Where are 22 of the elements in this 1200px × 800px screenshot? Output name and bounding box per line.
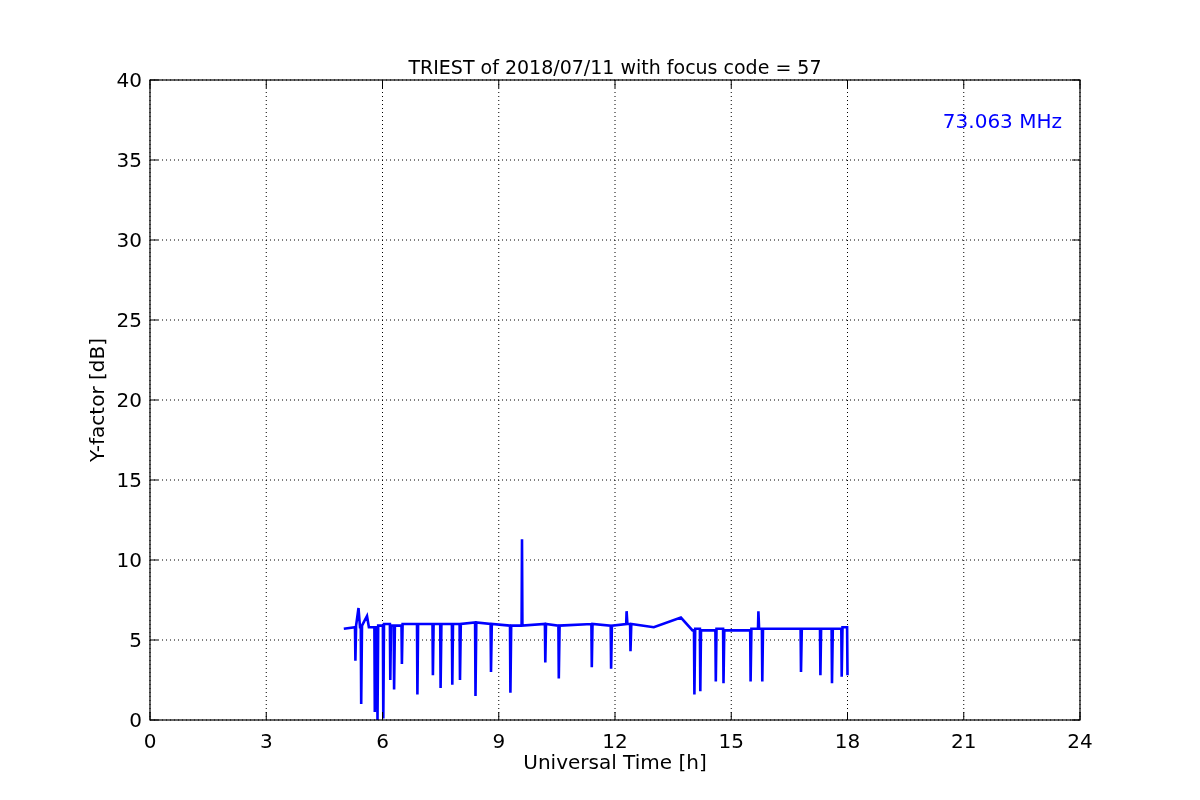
y-axis-title: Y-factor [dB] <box>85 338 109 462</box>
x-tick-label: 9 <box>492 729 506 753</box>
x-tick-label: 6 <box>376 729 389 753</box>
y-tick-label: 25 <box>116 308 142 332</box>
x-axis-title: Universal Time [h] <box>523 750 707 774</box>
y-tick-label: 40 <box>116 68 142 92</box>
y-tick-label: 5 <box>129 628 142 652</box>
y-tick-label: 20 <box>116 388 142 412</box>
y-tick-label: 15 <box>116 468 142 492</box>
y-tick-label: 30 <box>116 228 142 252</box>
x-tick-label: 18 <box>834 729 861 753</box>
y-tick-label: 10 <box>116 548 142 572</box>
x-tick-label: 24 <box>1067 729 1093 753</box>
x-tick-label: 12 <box>602 729 628 753</box>
x-tick-label: 3 <box>259 729 273 753</box>
y-tick-label: 35 <box>116 148 142 172</box>
x-tick-label: 21 <box>951 729 977 753</box>
y-tick-label: 0 <box>129 708 142 732</box>
x-tick-label: 0 <box>143 729 157 753</box>
x-tick-label: 15 <box>718 729 744 753</box>
chart-title: TRIEST of 2018/07/11 with focus code = 57 <box>408 56 822 78</box>
series-label: 73.063 MHz <box>942 109 1062 133</box>
